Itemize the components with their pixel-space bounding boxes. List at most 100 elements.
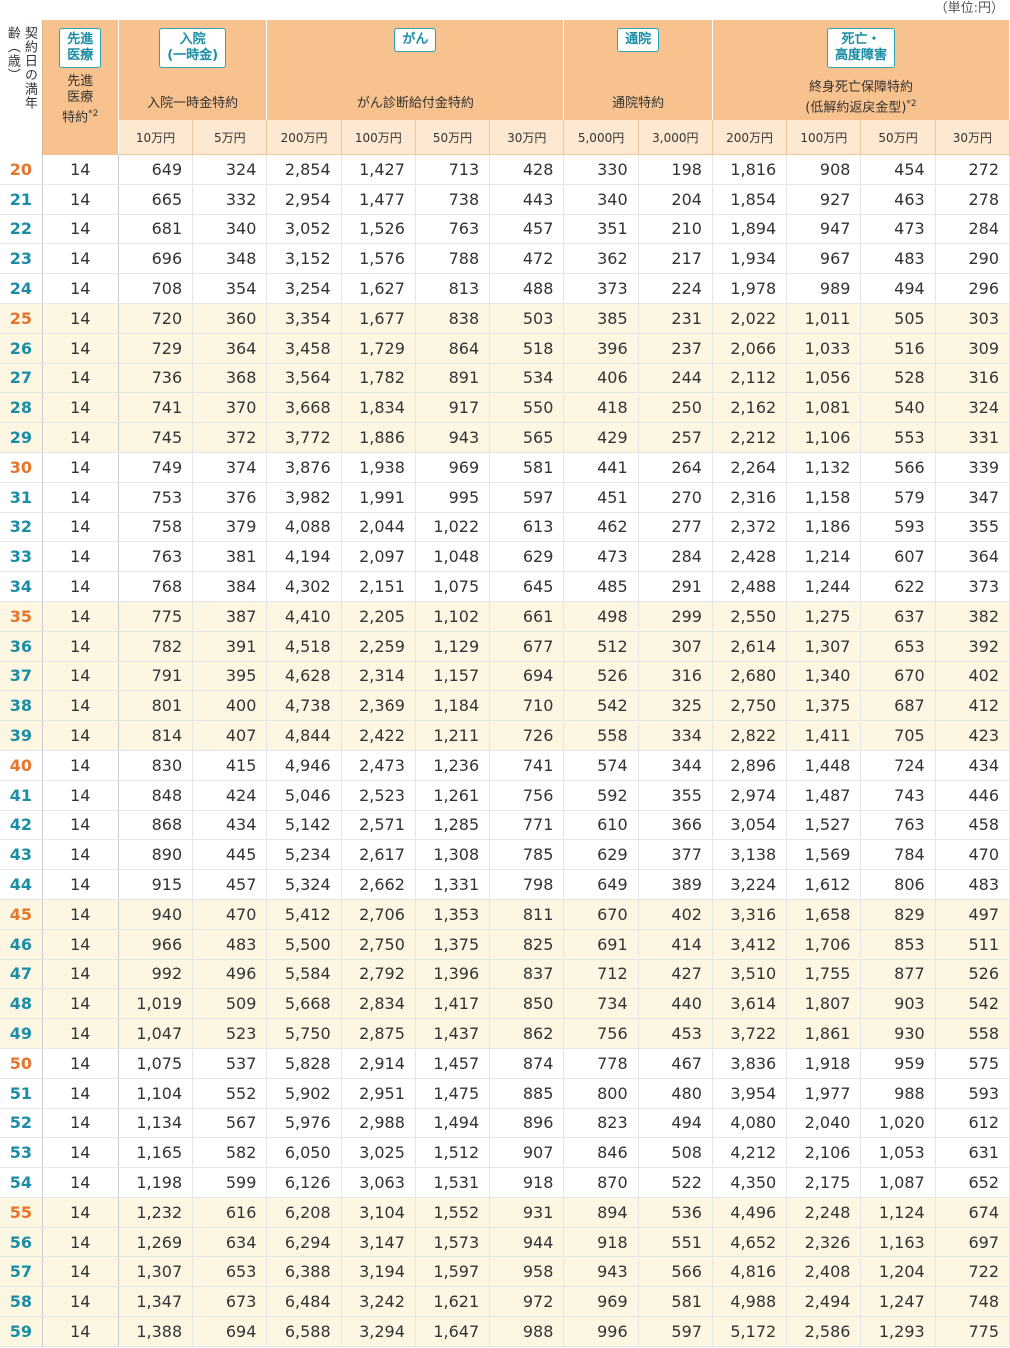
premium-cell: 800 <box>563 1078 639 1109</box>
premium-cell: 458 <box>935 810 1010 841</box>
premium-cell: 1,184 <box>415 690 491 722</box>
premium-cell: 915 <box>117 869 194 900</box>
premium-cell: 257 <box>638 422 713 453</box>
premium-cell: 1,163 <box>860 1227 936 1258</box>
premium-cell: 2,040 <box>786 1108 862 1139</box>
premium-cell: 2,326 <box>786 1227 862 1258</box>
premium-cell: 2,834 <box>341 988 416 1020</box>
premium-cell: 1,048 <box>415 541 491 573</box>
table-row: 43 14 890 445 5,234 2,617 1,308 785 629 377 3,138 1… <box>0 839 1010 871</box>
group-badge-outpatient: 通院 <box>617 28 660 52</box>
premium-cell: 198 <box>638 154 713 185</box>
premium-cell: 1,612 <box>786 869 862 900</box>
premium-cell: 694 <box>489 661 565 692</box>
premium-cell: 14 <box>42 1196 119 1228</box>
premium-cell: 775 <box>935 1316 1010 1347</box>
age-cell: 46 <box>0 929 43 960</box>
table-row: 33 14 763 381 4,194 2,097 1,048 629 473 284 2,428 1… <box>0 541 1010 573</box>
amount-subheader: 3,000円 <box>638 120 713 155</box>
premium-cell: 1,991 <box>341 482 416 513</box>
premium-cell: 565 <box>489 422 565 453</box>
premium-cell: 599 <box>192 1167 268 1198</box>
premium-cell: 958 <box>489 1256 565 1288</box>
premium-cell: 705 <box>860 720 936 751</box>
premium-cell: 2,614 <box>711 631 788 662</box>
premium-cell: 496 <box>192 959 268 990</box>
premium-cell: 864 <box>415 333 491 364</box>
premium-cell: 738 <box>415 184 491 215</box>
premium-cell: 745 <box>117 422 194 453</box>
premium-cell: 5,902 <box>266 1078 342 1109</box>
premium-cell: 612 <box>935 1108 1010 1139</box>
premium-cell: 1,531 <box>415 1167 491 1198</box>
premium-cell: 2,954 <box>266 184 342 215</box>
premium-cell: 610 <box>563 810 639 841</box>
premium-cell: 5,500 <box>266 929 342 960</box>
premium-cell: 441 <box>563 451 639 483</box>
premium-cell: 653 <box>860 631 936 662</box>
premium-cell: 1,527 <box>786 810 862 841</box>
table-row: 53 14 1,165 582 6,050 3,025 1,512 907 846 508 4,21… <box>0 1137 1010 1169</box>
premium-cell: 379 <box>192 512 268 543</box>
premium-cell: 339 <box>935 451 1010 483</box>
premium-cell: 1,307 <box>786 631 862 662</box>
premium-cell: 2,112 <box>711 363 788 394</box>
age-cell: 38 <box>0 690 43 722</box>
premium-cell: 296 <box>935 273 1010 304</box>
premium-cell: 1,978 <box>711 273 788 304</box>
premium-cell: 1,104 <box>117 1078 194 1109</box>
premium-cell: 903 <box>860 988 936 1020</box>
premium-cell: 1,388 <box>117 1316 194 1347</box>
premium-cell: 775 <box>117 600 194 632</box>
premium-cell: 1,102 <box>415 600 491 632</box>
premium-cell: 14 <box>42 661 119 692</box>
premium-cell: 470 <box>935 839 1010 871</box>
premium-table-page: （単位:円） 契約日の満年齢（歳） 先進 医療 先進 医療 特約*2 入院 (一時金… <box>0 0 1010 1348</box>
premium-cell: 607 <box>860 541 936 573</box>
premium-cell: 303 <box>935 302 1010 334</box>
premium-cell: 753 <box>117 482 194 513</box>
premium-cell: 870 <box>563 1167 639 1198</box>
premium-cell: 597 <box>638 1316 713 1347</box>
premium-cell: 14 <box>42 749 119 781</box>
premium-cell: 1,198 <box>117 1167 194 1198</box>
premium-cell: 354 <box>192 273 268 304</box>
premium-cell: 14 <box>42 184 119 215</box>
premium-cell: 988 <box>489 1316 565 1347</box>
premium-cell: 724 <box>860 749 936 781</box>
premium-cell: 1,977 <box>786 1078 862 1109</box>
premium-cell: 427 <box>638 959 713 990</box>
amount-subheader: 30万円 <box>489 120 565 155</box>
premium-cell: 457 <box>192 869 268 900</box>
premium-cell: 2,854 <box>266 154 342 185</box>
premium-cell: 457 <box>489 214 565 245</box>
table-row: 42 14 868 434 5,142 2,571 1,285 771 610 366 3,054 1… <box>0 810 1010 841</box>
premium-cell: 1,033 <box>786 333 862 364</box>
premium-cell: 309 <box>935 333 1010 364</box>
premium-cell: 14 <box>42 154 119 185</box>
group-header-outpatient: 通院 通院特約 <box>563 20 713 120</box>
premium-cell: 434 <box>935 749 1010 781</box>
premium-cell: 250 <box>638 392 713 424</box>
premium-cell: 4,518 <box>266 631 342 662</box>
premium-cell: 14 <box>42 422 119 453</box>
premium-cell: 402 <box>638 898 713 930</box>
premium-cell: 2,523 <box>341 780 416 811</box>
age-cell: 56 <box>0 1227 43 1258</box>
table-row: 25 14 720 360 3,354 1,677 838 503 385 231 2,022 1,0… <box>0 302 1010 334</box>
premium-cell: 516 <box>860 333 936 364</box>
premium-cell: 373 <box>935 571 1010 602</box>
premium-cell: 324 <box>935 392 1010 424</box>
premium-cell: 2,022 <box>711 302 788 334</box>
premium-cell: 344 <box>638 749 713 781</box>
premium-cell: 355 <box>935 512 1010 543</box>
premium-cell: 1,158 <box>786 482 862 513</box>
premium-cell: 4,302 <box>266 571 342 602</box>
premium-cell: 217 <box>638 243 713 275</box>
premium-cell: 509 <box>192 988 268 1020</box>
premium-cell: 14 <box>42 810 119 841</box>
premium-cell: 374 <box>192 451 268 483</box>
premium-cell: 592 <box>563 780 639 811</box>
premium-cell: 4,088 <box>266 512 342 543</box>
premium-cell: 414 <box>638 929 713 960</box>
